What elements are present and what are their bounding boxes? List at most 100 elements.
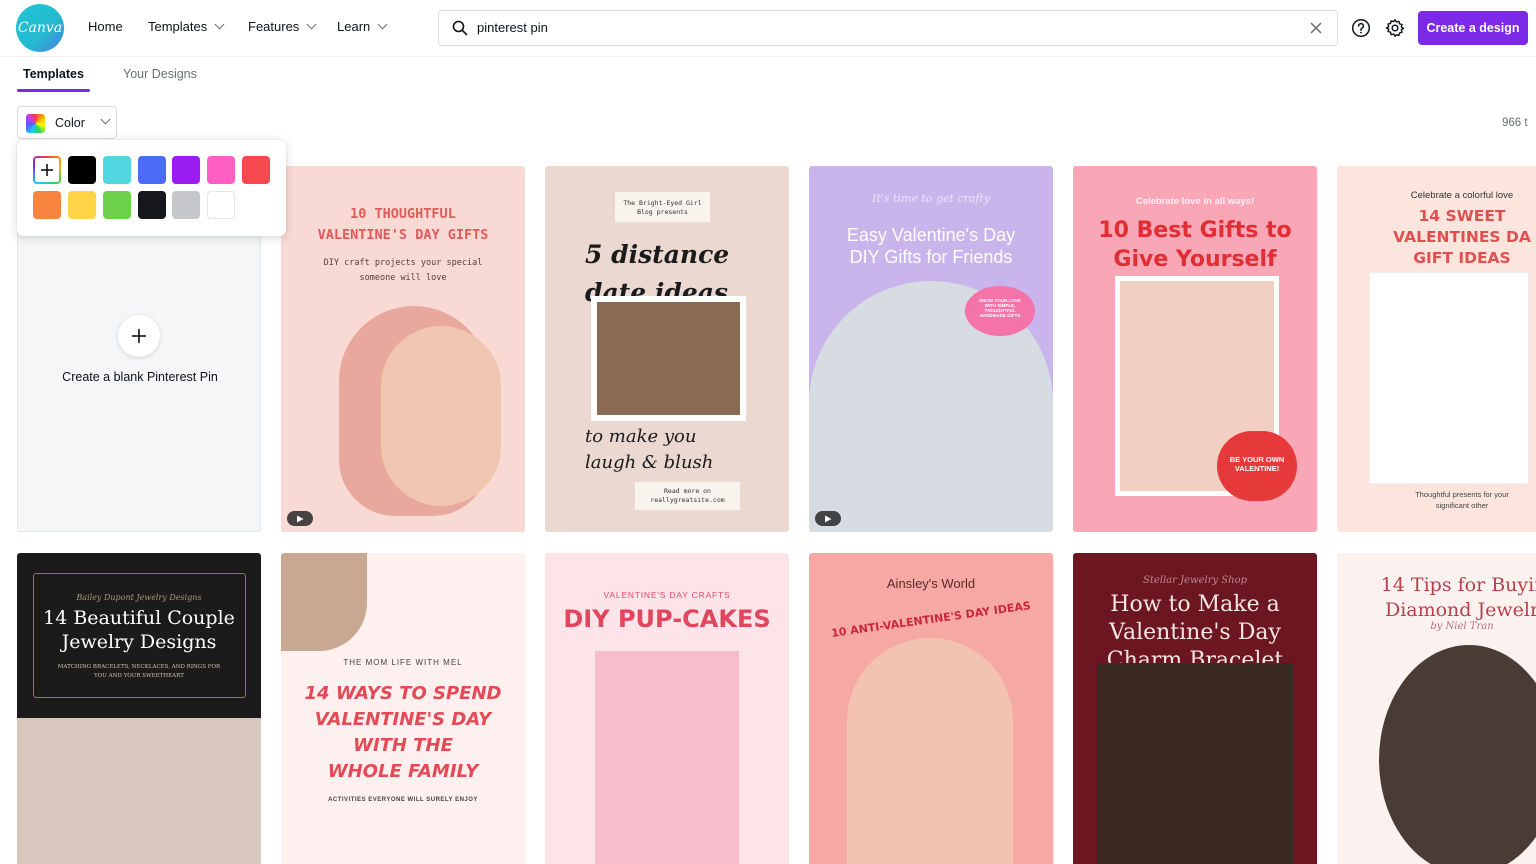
color-swatch-pink[interactable] (207, 156, 235, 184)
template-image (1369, 272, 1529, 484)
template-card[interactable]: THE MOM LIFE WITH MEL 14 WAYS TO SPEND V… (281, 553, 525, 864)
template-card[interactable]: 10 THOUGHTFUL VALENTINE'S DAY GIFTS DIY … (281, 166, 525, 532)
template-kicker: THE MOM LIFE WITH MEL (343, 658, 463, 667)
video-badge (287, 511, 313, 526)
template-title-line: GIFT IDEAS (1413, 249, 1511, 267)
face-image (847, 638, 1013, 864)
blog-label: The Bright-Eyed Girl Blog presents (615, 192, 710, 222)
help-icon[interactable] (1351, 18, 1371, 38)
nav-home[interactable]: Home (88, 19, 123, 34)
template-title-line: VALENTINE'S DAY GIFTS (317, 227, 489, 243)
template-kicker: Celebrate love in all ways! (1135, 196, 1255, 207)
search-icon (452, 20, 468, 36)
template-title-line: 14 Tips for Buyir (1380, 574, 1536, 596)
template-title-line: 14 WAYS TO SPEND (304, 683, 502, 704)
top-bar: Canva Home Templates Features Learn Crea… (0, 0, 1536, 57)
template-subtitle-line: someone will love (359, 273, 447, 283)
template-card[interactable]: Ainsley's World 10 ANTI-VALENTINE'S DAY … (809, 553, 1053, 864)
create-design-button[interactable]: Create a design (1418, 11, 1528, 45)
template-title-line: to make you (585, 426, 697, 447)
template-title-line: 10 Best Gifts to (1098, 218, 1292, 243)
template-kicker: Ainsley's World (886, 576, 976, 591)
template-title-line: WHOLE FAMILY (327, 761, 479, 782)
template-card[interactable]: Celebrate love in all ways! 10 Best Gift… (1073, 166, 1317, 532)
color-swatch-yellow[interactable] (68, 191, 96, 219)
template-title-line: WITH THE (353, 735, 453, 756)
play-icon (297, 515, 304, 522)
template-subtitle-line: DIY craft projects your special (323, 258, 483, 268)
nav-learn[interactable]: Learn (337, 19, 388, 34)
template-card[interactable]: Celebrate a colorful love 14 SWEET VALEN… (1337, 166, 1536, 532)
template-card[interactable]: Bailey Dupont Jewelry Designs 14 Beautif… (17, 553, 261, 864)
template-title-line: Jewelry Designs (61, 631, 217, 653)
bracelet-image (1097, 663, 1293, 864)
chevron-down-icon (306, 19, 317, 30)
template-badge: BE YOUR OWN VALENTINE! (1217, 431, 1297, 501)
template-title-line: DIY Gifts for Friends (849, 247, 1013, 267)
plus-icon (132, 329, 146, 343)
template-title-line: laugh & blush (585, 452, 714, 473)
play-icon (825, 515, 832, 522)
color-swatch-red[interactable] (242, 156, 270, 184)
template-card[interactable]: 14 Tips for Buyir Diamond Jewelr by Niel… (1337, 553, 1536, 864)
canva-logo[interactable]: Canva (16, 4, 64, 52)
ring-image (1379, 645, 1536, 864)
template-title-line: 5 distance (585, 240, 730, 269)
color-wheel-icon (26, 114, 45, 133)
template-kicker: Stellar Jewelry Shop (1142, 575, 1248, 586)
template-card[interactable]: It's time to get crafty Easy Valentine's… (809, 166, 1053, 532)
color-filter-dropdown[interactable]: Color (17, 106, 117, 139)
template-title-line: VALENTINE'S DAY (314, 709, 492, 730)
gear-icon[interactable] (1385, 18, 1405, 38)
color-swatch-purple[interactable] (172, 156, 200, 184)
template-title-line: How to Make a (1110, 592, 1280, 617)
color-swatch-blue[interactable] (138, 156, 166, 184)
template-kicker: Celebrate a colorful love (1410, 190, 1514, 201)
chevron-down-icon (214, 19, 225, 30)
template-subtitle-line: significant other (1435, 501, 1489, 510)
template-card[interactable]: The Bright-Eyed Girl Blog presents 5 dis… (545, 166, 789, 532)
template-title-line: Diamond Jewelr (1384, 599, 1536, 621)
template-card[interactable]: Stellar Jewelry Shop How to Make a Valen… (1073, 553, 1317, 864)
template-title-line: 10 THOUGHTFUL (350, 206, 456, 222)
nav-features[interactable]: Features (248, 19, 317, 34)
color-swatch-turquoise[interactable] (103, 156, 131, 184)
video-badge (815, 511, 841, 526)
nav-label: Templates (148, 19, 208, 34)
template-kicker-line: The Bright-Eyed Girl (623, 199, 702, 207)
footer-label: Read more on reallygreatsite.com (635, 482, 740, 510)
template-subtitle-line: Thoughtful presents for your (1415, 490, 1509, 499)
template-kicker-line: Blog presents (637, 208, 688, 216)
add-blank-button[interactable] (118, 315, 160, 357)
blank-card-label: Create a blank Pinterest Pin (62, 370, 218, 384)
template-card[interactable]: VALENTINE'S DAY CRAFTS DIY PUP-CAKES (545, 553, 789, 864)
color-swatch-gray[interactable] (172, 191, 200, 219)
search-bar (438, 10, 1338, 46)
template-title-line: 10 ANTI-VALENTINE'S DAY IDEAS (830, 599, 1032, 640)
template-title-line: Give Yourself (1113, 247, 1277, 272)
color-swatch-dark[interactable] (138, 191, 166, 219)
tab-templates[interactable]: Templates (23, 67, 84, 81)
template-title-line: Valentine's Day (1109, 620, 1281, 645)
color-swatch-orange[interactable] (33, 191, 61, 219)
search-input[interactable] (477, 20, 1277, 35)
template-image (17, 718, 261, 864)
tab-your-designs[interactable]: Your Designs (123, 67, 197, 81)
template-title-line: DIY PUP-CAKES (563, 605, 771, 633)
create-design-label: Create a design (1426, 21, 1520, 35)
add-color-swatch[interactable] (33, 156, 61, 184)
template-subtitle-line: YOU AND YOUR SWEETHEART (94, 673, 184, 679)
logo-text: Canva (17, 20, 63, 36)
color-swatch-black[interactable] (68, 156, 96, 184)
nav-templates[interactable]: Templates (148, 19, 225, 34)
color-filter-label: Color (55, 116, 85, 130)
color-palette-popup (17, 140, 286, 236)
hand-image (381, 326, 501, 506)
close-icon[interactable] (1309, 21, 1323, 35)
template-title-line: Easy Valentine's Day (846, 225, 1016, 245)
template-subtitle-line: MATCHING BRACELETS, NECKLACES, AND RINGS… (57, 664, 221, 670)
template-badge: SHOW YOUR LOVE WITH SIMPLE, THOUGHTFUL H… (965, 286, 1035, 336)
chevron-down-icon (377, 19, 388, 30)
color-swatch-white[interactable] (207, 191, 235, 219)
color-swatch-green[interactable] (103, 191, 131, 219)
